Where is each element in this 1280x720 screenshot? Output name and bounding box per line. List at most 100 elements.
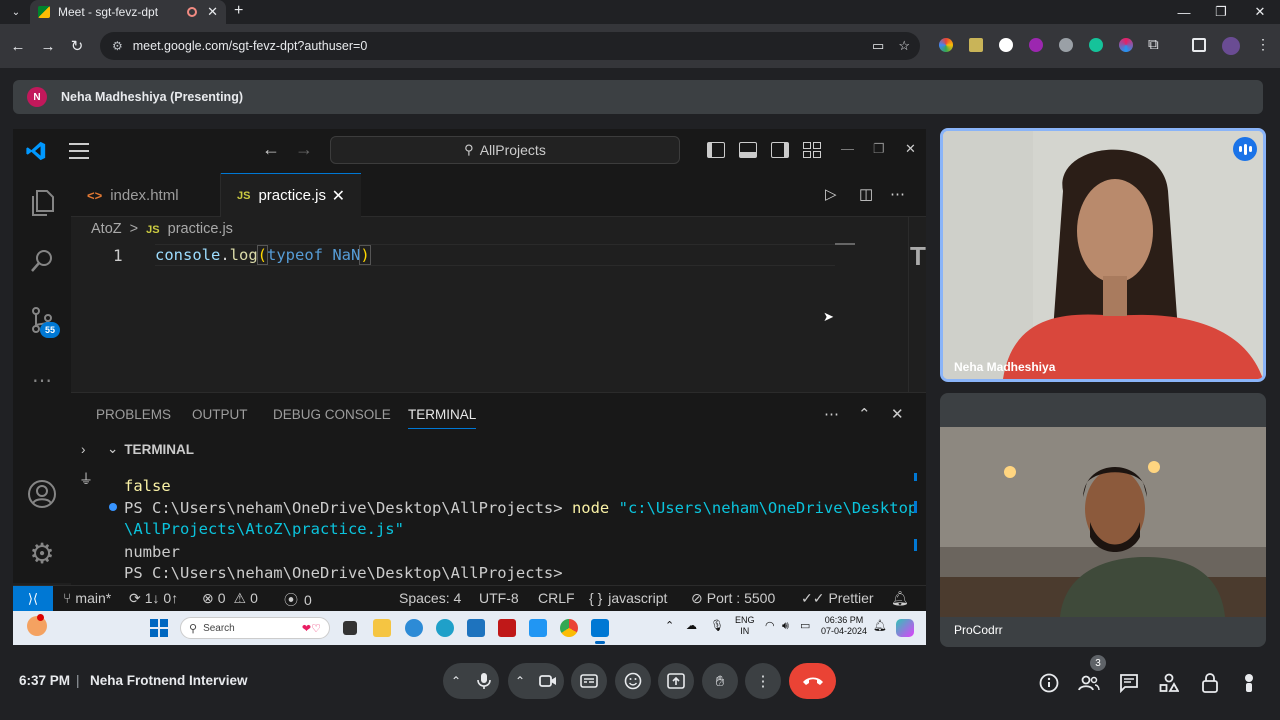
panel-tab-debug-console[interactable]: DEBUG CONSOLE [273,407,391,422]
mic-control[interactable]: ⌃ [443,663,499,699]
stocks-app-icon[interactable] [529,619,547,637]
present-button[interactable] [658,663,694,699]
tab-practice-js[interactable]: JS practice.js ✕ [221,173,361,217]
sync-item[interactable]: ⟳ 1↓ 0↑ [129,590,178,607]
user-settings-icon[interactable] [1237,671,1261,695]
new-tab-button[interactable]: + [234,2,243,20]
manage-gear-icon[interactable]: ⚙ [27,538,57,569]
wifi-icon[interactable]: ◠ [765,621,775,632]
language-item[interactable]: { } javascript [589,590,667,606]
terminal-plug-icon[interactable]: ⏚ [79,469,93,489]
participant-tile[interactable]: ProCodrr [940,393,1266,647]
activities-icon[interactable] [1157,671,1181,695]
people-icon[interactable] [1077,671,1101,695]
toggle-panel-icon[interactable] [739,142,757,158]
search-view-icon[interactable] [27,246,57,276]
tab-close-icon[interactable]: ✕ [332,186,345,206]
tab-index-html[interactable]: <> index.html [71,173,221,217]
edge-icon[interactable] [436,619,454,637]
prettier-item[interactable]: ✓✓ Prettier [801,590,874,607]
tray-cloud-icon[interactable]: ☁ [686,621,697,632]
raise-hand-button[interactable]: ✋︎ [702,663,738,699]
store-icon[interactable] [467,619,485,637]
problems-item[interactable]: ⊗ 0 ⚠ 0 [202,590,258,607]
audio-options-chevron-icon[interactable]: ⌃ [451,674,461,688]
encoding-item[interactable]: UTF-8 [479,590,519,606]
site-info-icon[interactable]: ⚙ [112,39,123,53]
extensions-puzzle-icon[interactable]: ⧉ [1148,36,1159,53]
mcafee-icon[interactable] [498,619,516,637]
extension-tools-icon[interactable] [969,38,983,52]
vscode-close-icon[interactable]: ✕ [905,141,916,157]
task-view-icon[interactable] [343,621,357,635]
breadcrumb-file[interactable]: practice.js [168,221,233,237]
nav-back-icon[interactable]: ← [262,139,280,160]
panel-tab-problems[interactable]: PROBLEMS [96,407,171,422]
copilot-icon[interactable] [896,619,914,637]
chevron-right-icon[interactable]: › [81,442,86,457]
extension-grammarly-icon[interactable] [1089,38,1103,52]
panel-tab-output[interactable]: OUTPUT [192,407,248,422]
remote-indicator-icon[interactable]: ⟩⟨ [13,586,53,612]
panel-maximize-icon[interactable]: ⌃ [858,405,871,423]
tab-search-button[interactable]: ⌄ [8,4,24,20]
volume-icon[interactable]: 🔊︎ [782,621,789,632]
split-editor-icon[interactable]: ◫ [859,185,873,203]
battery-icon[interactable]: ▭ [800,621,810,632]
participant-tile-active[interactable]: Neha Madheshiya [940,128,1266,382]
toggle-sidebar-icon[interactable] [707,142,725,158]
start-windows-icon[interactable] [150,619,168,637]
back-icon[interactable]: ← [6,34,30,58]
camera-permission-icon[interactable]: ▭ [872,38,884,54]
camera-control[interactable]: ⌃ [508,663,564,699]
panel-tab-terminal[interactable]: TERMINAL [408,407,477,429]
file-explorer-icon[interactable] [373,619,391,637]
window-close-button[interactable]: ✕ [1242,0,1278,24]
window-minimize-button[interactable]: — [1166,0,1202,24]
browser-menu-icon[interactable]: ⋮ [1256,36,1270,53]
extension-purple-icon[interactable] [1029,38,1043,52]
branch-item[interactable]: ⑂ main* [63,590,111,606]
extension-gear-icon[interactable] [1059,38,1073,52]
reactions-button[interactable] [615,663,651,699]
side-panel-icon[interactable] [1192,38,1206,52]
address-bar[interactable]: ⚙ meet.google.com/sgt-fevz-dpt?authuser=… [100,32,920,60]
command-center[interactable]: ⚲ AllProjects [330,136,680,164]
explorer-icon[interactable] [27,188,57,218]
extension-ring-icon[interactable] [1119,38,1133,52]
code-line[interactable]: console.log(typeof NaN) [155,245,371,265]
captions-button[interactable] [571,663,607,699]
eol-item[interactable]: CRLF [538,590,575,606]
chat-icon[interactable] [1117,671,1141,695]
terminal-prompt-line[interactable]: PS C:\Users\neham\OneDrive\Desktop\AllPr… [124,564,563,582]
meeting-details-info-icon[interactable] [1037,671,1061,695]
editor-more-icon[interactable]: ⋯ [890,185,905,203]
tab-close-icon[interactable]: ✕ [207,4,218,20]
language-indicator[interactable]: ENG IN [735,615,755,637]
window-maximize-button[interactable]: ❐ [1203,0,1239,24]
edge-dev-icon[interactable] [405,619,423,637]
run-file-icon[interactable]: ▷ [825,185,837,203]
reload-icon[interactable]: ↻ [65,34,89,58]
extension-pen-icon[interactable] [999,38,1013,52]
vscode-restore-icon[interactable]: ❐ [873,141,885,157]
toggle-secondary-sidebar-icon[interactable] [771,142,789,158]
live-server-item[interactable]: ⊘ Port : 5500 [691,590,775,607]
panel-close-icon[interactable]: ✕ [891,405,904,423]
chrome-icon[interactable] [560,619,578,637]
more-views-icon[interactable]: ⋯ [27,365,57,395]
menu-hamburger-icon[interactable] [69,143,89,159]
accounts-icon[interactable] [27,479,57,509]
breadcrumb[interactable]: AtoZ > JS practice.js [91,221,233,237]
profile-avatar[interactable] [1222,37,1240,55]
host-controls-lock-icon[interactable] [1198,671,1222,695]
tray-overflow-icon[interactable]: ⌃ [665,621,674,632]
video-options-chevron-icon[interactable]: ⌃ [515,674,525,688]
forward-icon[interactable]: → [36,34,60,58]
vscode-minimize-icon[interactable]: — [841,141,854,156]
clock-widget[interactable]: 06:36 PM 07-04-2024 [821,615,867,637]
taskbar-search-box[interactable]: ⚲ Search ❤♡ [180,617,330,639]
breadcrumb-folder[interactable]: AtoZ [91,221,122,237]
indentation-item[interactable]: Spaces: 4 [399,590,461,606]
notifications-bell-icon[interactable]: 🔔︎ [891,590,909,607]
